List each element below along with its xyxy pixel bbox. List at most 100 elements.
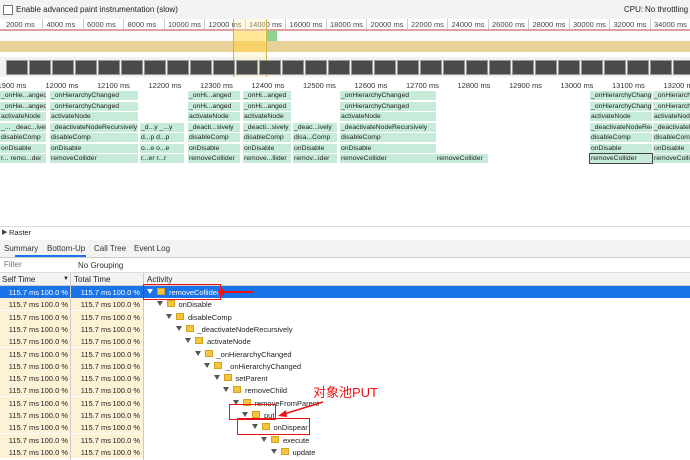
flame-event[interactable]: o...e o...e: [140, 143, 184, 153]
filmstrip-frame[interactable]: [673, 60, 690, 75]
flame-event[interactable]: remove...llider: [243, 154, 291, 163]
filmstrip-frame[interactable]: [52, 60, 74, 75]
flame-event[interactable]: activateNode: [653, 112, 690, 121]
filmstrip-frame[interactable]: [512, 60, 534, 75]
expand-triangle-icon[interactable]: [185, 338, 191, 344]
flame-event[interactable]: _onHierarchyChanged: [340, 91, 436, 100]
flame-event[interactable]: onDisable: [0, 143, 46, 153]
flame-event[interactable]: _onHierarchyChanged: [590, 101, 652, 111]
flame-event[interactable]: activateNode: [50, 112, 138, 121]
tab-call-tree[interactable]: Call Tree: [94, 244, 126, 253]
table-row[interactable]: 115.7 ms 100.0 % 115.7 ms 100.0 % _onHierarc…: [0, 347, 690, 360]
filmstrip-frame[interactable]: [236, 60, 258, 75]
flame-event[interactable]: removeCollider: [589, 153, 653, 164]
flame-event[interactable]: _... _deac...ively: [0, 122, 46, 132]
expand-triangle-icon[interactable]: [223, 387, 229, 393]
flame-event[interactable]: _deac...ively: [293, 122, 337, 132]
paint-instrumentation-checkbox[interactable]: [3, 5, 13, 15]
expand-triangle-icon[interactable]: [204, 362, 210, 368]
cpu-throttling-select[interactable]: No throttling: [645, 5, 688, 14]
table-row[interactable]: 115.7 ms 100.0 % 115.7 ms 100.0 % disableCom…: [0, 310, 690, 323]
expand-triangle-icon[interactable]: [166, 313, 172, 319]
flame-event[interactable]: _onHi...anged: [243, 101, 291, 111]
column-divider[interactable]: [143, 273, 144, 460]
filmstrip-frame[interactable]: [581, 60, 603, 75]
flame-event[interactable]: _onHierarchyChanged: [340, 101, 436, 111]
table-row[interactable]: 115.7 ms 100.0 % 115.7 ms 100.0 % onDisable: [0, 298, 690, 311]
flame-event[interactable]: onDisable: [293, 143, 337, 153]
filter-input[interactable]: [2, 259, 66, 270]
sort-down-icon[interactable]: ▼: [63, 276, 69, 282]
flame-event[interactable]: removeCollider: [653, 154, 690, 163]
filmstrip-frame[interactable]: [75, 60, 97, 75]
flame-event[interactable]: onDisable: [243, 143, 291, 153]
flame-event[interactable]: _deactivateNodeRecursively: [590, 122, 652, 132]
filmstrip-frame[interactable]: [328, 60, 350, 75]
filmstrip-frame[interactable]: [397, 60, 419, 75]
flame-event[interactable]: remov...ider: [293, 154, 337, 163]
flame-event[interactable]: activateNode: [243, 112, 291, 121]
expand-triangle-icon[interactable]: [175, 325, 182, 331]
flame-event[interactable]: disableComp: [243, 133, 291, 142]
flame-event[interactable]: activateNode: [340, 112, 436, 121]
header-self-time[interactable]: Self Time: [2, 275, 35, 284]
grouping-select[interactable]: No Grouping: [78, 261, 123, 270]
flame-event[interactable]: _deactivateNodeRecursively: [340, 122, 436, 132]
filmstrip-frame[interactable]: [6, 60, 28, 75]
flame-event[interactable]: _onHi...anged: [243, 91, 291, 100]
flame-event[interactable]: _onHierarchyChanged: [590, 91, 652, 100]
table-row[interactable]: 115.7 ms 100.0 % 115.7 ms 100.0 % update: [0, 445, 690, 458]
flame-event[interactable]: removeCollider: [436, 154, 488, 163]
filmstrip-frame[interactable]: [443, 60, 465, 75]
flame-chart[interactable]: _onHie...anged _onHie...anged activateNode…: [0, 91, 690, 222]
flame-event[interactable]: disableComp: [188, 133, 240, 142]
filmstrip-frame[interactable]: [650, 60, 672, 75]
flame-event[interactable]: r...er r...r: [140, 154, 184, 163]
flame-event[interactable]: disableComp: [653, 133, 690, 142]
table-row[interactable]: 115.7 ms 100.0 % 115.7 ms 100.0 % _onHierarc…: [0, 359, 690, 372]
flame-event[interactable]: _d...y _...y: [140, 122, 184, 132]
expand-triangle-icon[interactable]: [194, 350, 201, 356]
filmstrip-frame[interactable]: [627, 60, 649, 75]
flame-event[interactable]: onDisable: [188, 143, 240, 153]
flame-event[interactable]: removeCollider: [50, 154, 138, 163]
tab-bottom-up[interactable]: Bottom-Up: [47, 244, 85, 253]
flame-event[interactable]: onDisable: [590, 143, 652, 153]
raster-track[interactable]: [0, 226, 690, 238]
flame-event[interactable]: disableComp: [340, 133, 436, 142]
flame-event[interactable]: disableComp: [0, 133, 46, 142]
flame-event[interactable]: removeCollider: [340, 154, 436, 163]
table-row[interactable]: 115.7 ms 100.0 % 115.7 ms 100.0 % activateNo…: [0, 335, 690, 348]
flame-event[interactable]: r... remo...der: [0, 154, 46, 163]
raster-expand-icon[interactable]: ▶: [2, 228, 7, 236]
filmstrip-frame[interactable]: [259, 60, 281, 75]
flame-event[interactable]: removeCollider: [188, 154, 240, 163]
flame-event[interactable]: disableComp: [50, 133, 138, 142]
header-activity[interactable]: Activity: [147, 275, 172, 284]
tab-summary[interactable]: Summary: [4, 244, 38, 253]
flame-event[interactable]: onDisable: [340, 143, 436, 153]
filmstrip-frame[interactable]: [535, 60, 557, 75]
tab-event-log[interactable]: Event Log: [134, 244, 170, 253]
flame-event[interactable]: onDisable: [653, 143, 690, 153]
flame-event[interactable]: _deactivateNodeRecursively: [653, 122, 690, 132]
flame-event[interactable]: activateNode: [590, 112, 652, 121]
filmstrip-frame[interactable]: [29, 60, 51, 75]
flame-event[interactable]: _onHierarchyChanged: [653, 91, 690, 100]
flame-event[interactable]: disa...Comp: [293, 133, 337, 142]
flame-event[interactable]: activateNode: [188, 112, 240, 121]
table-row[interactable]: 115.7 ms 100.0 % 115.7 ms 100.0 % removeColl…: [0, 286, 690, 298]
flame-event[interactable]: _deactivateNodeRecursively: [50, 122, 138, 132]
filmstrip-frame[interactable]: [167, 60, 189, 75]
filmstrip-frame[interactable]: [420, 60, 442, 75]
flame-event[interactable]: onDisable: [50, 143, 138, 153]
flame-event[interactable]: _onHierarchyChanged: [50, 101, 138, 111]
flame-event[interactable]: _deacti...sively: [243, 122, 291, 132]
table-row[interactable]: 115.7 ms 100.0 % 115.7 ms 100.0 % execute: [0, 433, 690, 446]
flame-event[interactable]: _onHie...anged: [0, 91, 46, 100]
filmstrip-frame[interactable]: [489, 60, 511, 75]
filmstrip-frame[interactable]: [558, 60, 580, 75]
filmstrip-frame[interactable]: [121, 60, 143, 75]
flame-event[interactable]: _deacti...sively: [188, 122, 240, 132]
table-row[interactable]: 115.7 ms 100.0 % 115.7 ms 100.0 % _deactivat…: [0, 322, 690, 335]
